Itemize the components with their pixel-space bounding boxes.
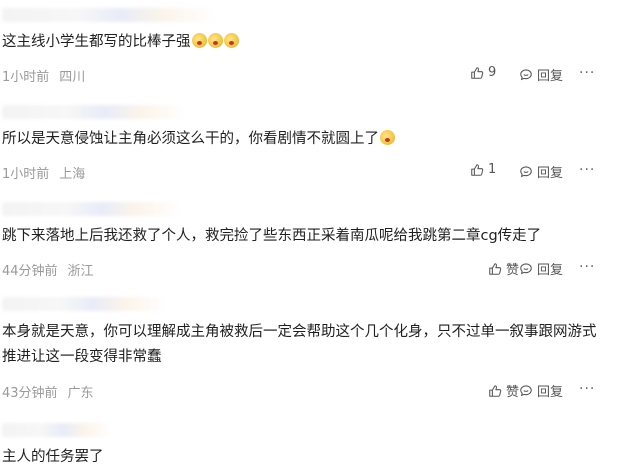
reply-bubble-icon [520,262,532,274]
username-blurred[interactable] [2,202,182,216]
reply-button[interactable]: 回复 [519,65,563,84]
like-button[interactable]: 赞 [488,381,519,400]
more-options-button[interactable]: ··· [579,162,595,178]
like-button[interactable]: 9 [470,65,496,80]
thumbs-up-icon [471,66,484,79]
more-options-button[interactable]: ··· [579,259,595,275]
like-label: 赞 [506,263,520,278]
comment-meta: 1小时前 四川 [2,66,85,85]
reply-button[interactable]: 回复 [519,381,563,400]
reply-label: 回复 [537,385,564,400]
comment-meta: 1小时前 上海 [2,163,85,182]
timestamp: 44分钟前 [2,264,58,279]
emoji-icon [380,130,395,145]
comment-text: 这主线小学生都写的比棒子强 [2,31,612,53]
comment-text: 本身就是天意，你可以理解成主角被救后一定会帮助这个几个化身，只不过单一叙事跟网游… [2,324,597,365]
location: 四川 [59,70,86,85]
reply-label: 回复 [537,263,564,278]
comment-text: 主人的任务罢了 [2,449,104,465]
comment-text: 所以是天意侵蚀让主角必须这么干的，你看剧情不就圆上了 [2,128,612,150]
more-options-button[interactable]: ··· [579,381,595,397]
reply-label: 回复 [537,166,564,181]
reply-bubble-icon [520,384,532,396]
like-button[interactable]: 赞 [488,259,519,278]
timestamp: 1小时前 [2,70,50,85]
username-blurred[interactable] [2,105,187,119]
reply-bubble-icon [520,68,532,80]
comment-meta: 43分钟前 广东 [2,382,94,401]
emoji-icon [191,33,207,48]
location: 上海 [59,167,86,182]
username-blurred[interactable] [2,297,167,311]
reply-label: 回复 [537,69,564,84]
more-options-button[interactable]: ··· [579,65,595,81]
reply-button[interactable]: 回复 [519,162,563,181]
reply-button[interactable]: 回复 [519,259,563,278]
like-count: 1 [488,162,497,177]
comment-text: 跳下来落地上后我还救了个人，救完捡了些东西正采着南瓜呢给我跳第二章cg传走了 [2,228,542,244]
username-blurred[interactable] [2,423,112,437]
username-blurred[interactable] [2,8,217,22]
like-label: 赞 [506,385,520,400]
timestamp: 43分钟前 [2,386,58,401]
location: 广东 [67,386,94,401]
timestamp: 1小时前 [2,167,50,182]
location: 浙江 [67,264,94,279]
like-count: 9 [488,65,497,80]
emoji-icon [207,33,223,48]
thumbs-up-icon [471,163,484,176]
thumbs-up-icon [489,384,502,397]
reply-bubble-icon [520,165,532,177]
like-button[interactable]: 1 [470,162,496,177]
emoji-icon [223,33,239,48]
thumbs-up-icon [489,262,502,275]
comment-meta: 44分钟前 浙江 [2,260,94,279]
